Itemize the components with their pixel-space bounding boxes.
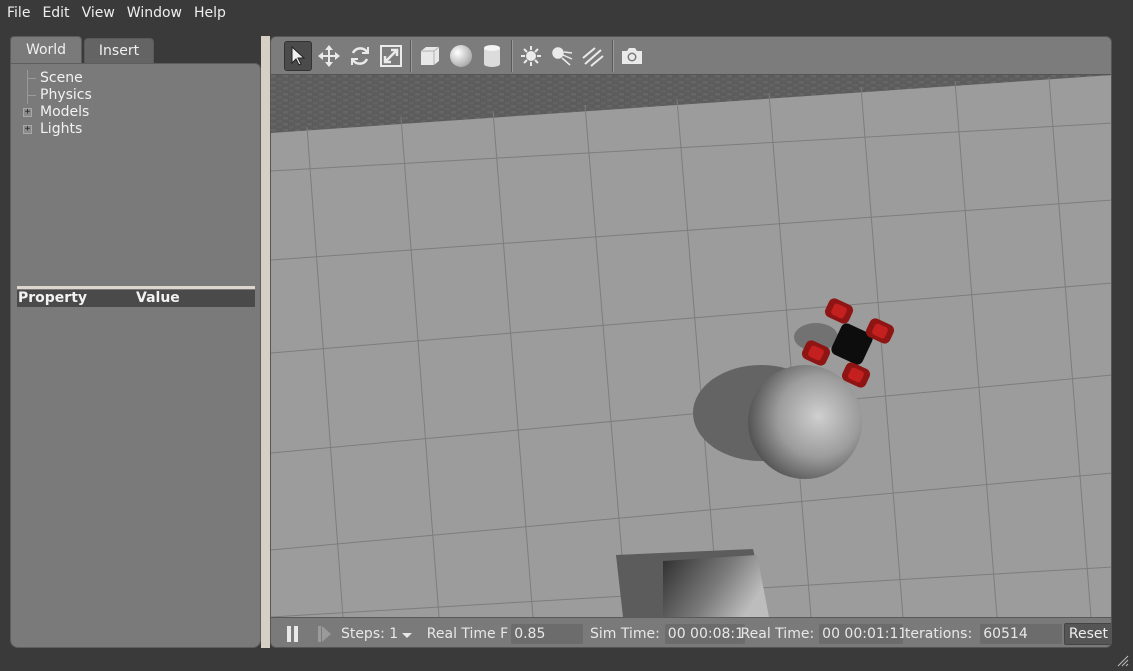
tab-insert[interactable]: Insert bbox=[84, 38, 154, 64]
menu-file[interactable]: File bbox=[2, 5, 35, 21]
resize-grip-icon[interactable] bbox=[1117, 655, 1129, 667]
tree-item-models[interactable]: + Models bbox=[23, 104, 253, 121]
tree-item-label: Scene bbox=[40, 70, 83, 86]
menu-help[interactable]: Help bbox=[189, 5, 231, 21]
status-bar: Steps: 1 Real Time F 0.85 Sim Time: 00 0… bbox=[271, 617, 1111, 647]
tree-item-lights[interactable]: + Lights bbox=[23, 121, 253, 138]
sim-time-label: Sim Time: bbox=[589, 625, 660, 642]
tree-item-scene[interactable]: Scene bbox=[23, 70, 253, 87]
pause-icon[interactable] bbox=[286, 625, 301, 642]
box-icon[interactable] bbox=[416, 41, 444, 71]
directional-light-icon[interactable] bbox=[579, 41, 607, 71]
toolbar bbox=[271, 37, 1111, 75]
menu-window[interactable]: Window bbox=[122, 5, 187, 21]
iterations-label: Iterations: bbox=[900, 625, 973, 642]
real-time-value: 00 00:01:11. bbox=[819, 623, 903, 644]
menu-edit[interactable]: Edit bbox=[37, 5, 74, 21]
rotate-icon[interactable] bbox=[346, 41, 374, 71]
cylinder-icon[interactable] bbox=[478, 41, 506, 71]
sphere-icon[interactable] bbox=[447, 41, 475, 71]
toolbar-separator bbox=[612, 39, 614, 72]
panel-tabs: World Insert bbox=[10, 36, 154, 64]
screenshot-icon[interactable] bbox=[618, 41, 646, 71]
expand-plus-icon[interactable]: + bbox=[23, 125, 32, 134]
toolbar-separator bbox=[511, 39, 513, 72]
value-column-header: Value bbox=[136, 290, 180, 306]
tree-item-label: Lights bbox=[40, 121, 83, 137]
steps-control[interactable]: Steps: 1 bbox=[341, 626, 413, 642]
scene-viewport[interactable] bbox=[271, 75, 1111, 617]
world-panel: Scene Physics + Models + Lights Property… bbox=[10, 63, 261, 648]
real-time-label: Real Time: bbox=[740, 625, 815, 642]
main-view: Steps: 1 Real Time F 0.85 Sim Time: 00 0… bbox=[270, 36, 1112, 648]
property-column-header: Property bbox=[18, 290, 88, 306]
menu-view[interactable]: View bbox=[77, 5, 120, 21]
real-time-factor-label: Real Time F bbox=[426, 625, 509, 642]
spot-light-icon[interactable] bbox=[548, 41, 576, 71]
menu-bar: File Edit View Window Help bbox=[0, 0, 1133, 26]
scene-render bbox=[271, 75, 1111, 617]
tree-item-physics[interactable]: Physics bbox=[23, 87, 253, 104]
chevron-down-icon bbox=[402, 633, 413, 638]
panel-splitter[interactable] bbox=[261, 36, 270, 648]
tree-line bbox=[27, 78, 36, 79]
toolbar-separator bbox=[410, 39, 412, 72]
steps-label: Steps: 1 bbox=[340, 625, 399, 642]
tree-item-label: Physics bbox=[40, 87, 92, 103]
reset-button[interactable]: Reset bbox=[1063, 622, 1111, 645]
real-time-factor-value: 0.85 bbox=[511, 623, 584, 644]
left-panel: World Insert Scene Physics + Models + Li… bbox=[10, 36, 261, 648]
world-tree: Scene Physics + Models + Lights bbox=[23, 70, 253, 138]
sim-time-value: 00 00:08:17. bbox=[664, 623, 745, 644]
select-arrow-icon[interactable] bbox=[284, 40, 312, 71]
step-icon[interactable] bbox=[317, 625, 334, 642]
translate-icon[interactable] bbox=[315, 41, 343, 71]
property-table-header: Property Value bbox=[17, 290, 255, 307]
iterations-value: 60514 bbox=[980, 623, 1062, 644]
expand-plus-icon[interactable]: + bbox=[23, 108, 32, 117]
property-splitter[interactable] bbox=[17, 286, 255, 289]
tree-item-label: Models bbox=[40, 104, 90, 120]
tab-world[interactable]: World bbox=[10, 36, 82, 64]
tree-line bbox=[27, 95, 36, 96]
scale-icon[interactable] bbox=[377, 41, 405, 71]
point-light-icon[interactable] bbox=[517, 41, 545, 71]
